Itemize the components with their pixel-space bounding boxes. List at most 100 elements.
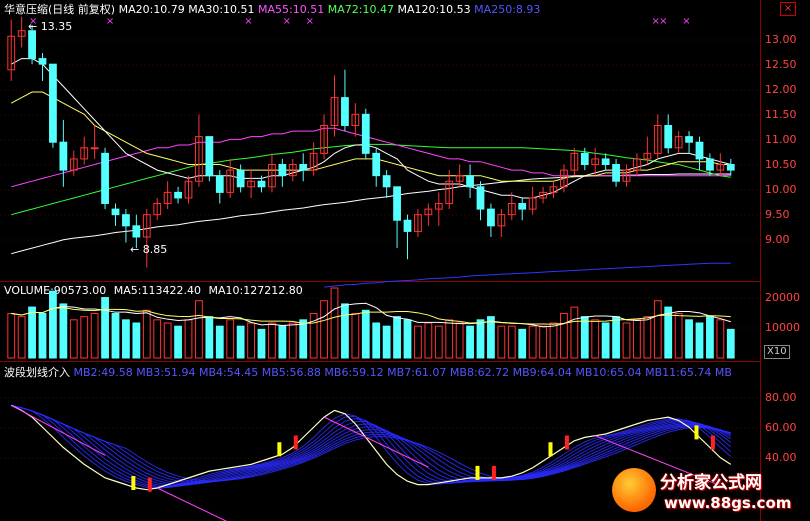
signal-bar-3 [293, 435, 298, 450]
price-ticks-tick-3: 11.50 [765, 108, 797, 121]
volume-bar-69 [726, 328, 735, 359]
candle-body-9 [101, 152, 109, 205]
volume-bar-44 [466, 325, 474, 359]
volume-bar-21 [226, 319, 235, 359]
candle-body-67 [706, 158, 714, 171]
volume-unit-badge: X10 [764, 345, 790, 359]
candle-body-3 [38, 58, 47, 65]
signal-star-3: × [283, 16, 291, 27]
signal-bar-6 [548, 442, 553, 457]
signal-bar-4 [475, 465, 480, 480]
volume-bar-46 [487, 316, 495, 359]
volume-bar-50 [528, 325, 537, 359]
volume-bar-14 [153, 319, 162, 359]
price-high-label: ← 13.35 [28, 20, 73, 33]
trend-segment-0 [10, 404, 106, 456]
candle-body-69 [726, 164, 735, 171]
signal-star-4: × [306, 16, 314, 27]
volume-bar-16 [174, 325, 182, 359]
volume-bar-20 [215, 325, 224, 359]
volume-bar-58 [612, 316, 620, 359]
candle-body-12 [132, 225, 141, 238]
signal-star-2: × [244, 16, 252, 27]
ma250-line [324, 262, 731, 288]
price-ticks-tick-6: 10.00 [765, 183, 797, 196]
volume-bar-67 [706, 316, 714, 359]
watermark-title: 分析家公式网 [660, 473, 762, 493]
price-ticks-tick-7: 9.50 [765, 208, 790, 221]
volume-bar-11 [122, 319, 130, 359]
ind-ticks-tick-2: 40.00 [765, 451, 797, 464]
candle-body-45 [476, 186, 485, 210]
candle-body-57 [601, 158, 610, 166]
volume-bar-37 [393, 316, 401, 359]
volume-bar-33 [351, 312, 360, 359]
stock-chart-window: 华意压缩(日线 前复权) MA20:10.79 MA30:10.51 MA55:… [0, 0, 810, 521]
candle-body-65 [685, 136, 693, 143]
candle-body-38 [403, 219, 412, 232]
ma30-line [10, 91, 731, 182]
candle-body-32 [341, 97, 349, 126]
volume-bar-66 [695, 322, 704, 359]
volume-bar-22 [236, 325, 245, 359]
chart-canvas[interactable]: × × × × × × × × [0, 0, 760, 521]
volume-bar-57 [601, 322, 610, 359]
volume-bar-0 [7, 312, 16, 359]
volume-bar-47 [497, 325, 506, 359]
volume-bar-64 [674, 312, 683, 359]
price-ticks-tick-0: 13.00 [765, 33, 797, 46]
volume-bar-60 [633, 319, 641, 359]
volume-bar-13 [142, 309, 151, 359]
candle-body-35 [372, 152, 381, 177]
volume-bar-52 [549, 322, 558, 359]
volume-bar-49 [518, 328, 527, 359]
signal-bar-5 [491, 465, 496, 480]
volume-bar-7 [80, 316, 89, 359]
candle-body-55 [580, 152, 589, 166]
vol-ticks-tick-1: 10000 [765, 321, 800, 334]
candle-body-20 [215, 175, 224, 193]
volume-bar-48 [507, 325, 516, 359]
candle-body-16 [174, 191, 182, 199]
price-ticks-tick-8: 9.00 [765, 233, 790, 246]
volume-bar-39 [414, 325, 422, 359]
volume-bar-15 [163, 322, 172, 359]
signal-star-7: × [682, 16, 690, 27]
volume-bar-18 [195, 300, 203, 359]
signal-bar-1 [147, 477, 152, 492]
candle-body-22 [236, 169, 245, 188]
volume-bar-26 [278, 325, 287, 359]
volume-bar-3 [38, 312, 47, 359]
volume-bar-43 [455, 322, 464, 359]
signal-bar-8 [694, 425, 699, 440]
trend-segment-1 [156, 487, 228, 521]
site-watermark: 分析家公式网 www.88gs.com [612, 466, 808, 518]
volume-bar-53 [560, 312, 568, 359]
magnifier-logo-icon [612, 468, 656, 512]
candle-body-26 [278, 164, 287, 177]
price-axis-line [760, 0, 761, 521]
candle-body-66 [695, 141, 704, 160]
candle-body-28 [299, 164, 308, 171]
volume-bar-45 [476, 319, 485, 359]
ind-ticks-tick-1: 60.00 [765, 421, 797, 434]
volume-bar-19 [205, 316, 214, 359]
signal-bar-9 [710, 435, 715, 450]
candle-body-10 [111, 208, 120, 216]
volume-bar-51 [539, 325, 547, 359]
price-low-label: ← 8.85 [130, 243, 168, 256]
candle-body-37 [393, 186, 401, 221]
candle-body-34 [361, 113, 370, 154]
volume-bar-17 [184, 319, 193, 359]
close-icon[interactable]: × [780, 2, 796, 16]
candle-body-46 [487, 208, 495, 227]
volume-bar-42 [445, 319, 454, 359]
volume-bar-41 [434, 325, 443, 359]
candle-body-5 [59, 141, 68, 171]
signal-bar-2 [277, 442, 282, 457]
candle-body-58 [612, 164, 620, 182]
signal-star-6: × [659, 16, 667, 27]
signal-bar-0 [131, 476, 136, 490]
price-ticks-tick-2: 12.00 [765, 83, 797, 96]
price-ticks-tick-5: 10.50 [765, 158, 797, 171]
